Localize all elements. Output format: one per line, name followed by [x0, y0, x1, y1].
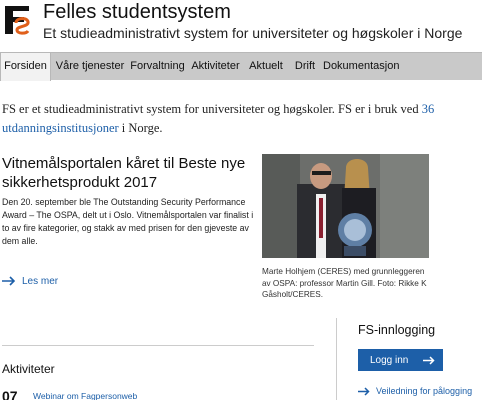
- event-link[interactable]: Webinar om Fagpersonweb: [33, 391, 137, 400]
- read-more-label: Les mer: [22, 275, 59, 287]
- activities-heading: Aktiviteter: [2, 362, 55, 376]
- site-subtitle: Et studieadministrativt system for unive…: [43, 25, 463, 41]
- arrow-right-icon: [423, 355, 435, 365]
- article-body: Den 20. september ble The Outstanding Se…: [2, 197, 254, 246]
- read-more-link[interactable]: Les mer: [2, 273, 58, 289]
- login-button[interactable]: Logg inn: [358, 349, 443, 371]
- article-photo: [262, 154, 429, 258]
- intro-text-start: FS er et studieadministrativt system for…: [2, 102, 422, 116]
- nav-item-aktuelt[interactable]: Aktuelt: [245, 53, 287, 80]
- arrow-right-icon: [2, 276, 16, 286]
- intro-text: FS er et studieadministrativt system for…: [2, 100, 472, 138]
- nav-item-drift[interactable]: Drift: [291, 53, 319, 80]
- nav-item-forvaltning[interactable]: Forvaltning: [129, 53, 186, 80]
- arrow-right-icon: [358, 386, 370, 396]
- main-navigation: Forsiden Våre tjenester Forvaltning Akti…: [0, 52, 482, 81]
- fs-logo-icon[interactable]: [2, 3, 32, 37]
- intro-text-end: i Norge.: [118, 121, 163, 135]
- site-header: Felles studentsystem Et studieadministra…: [0, 0, 482, 50]
- login-guide-link[interactable]: Veiledning for pålogging: [358, 384, 472, 398]
- sidebar-divider: [336, 318, 337, 400]
- article-title[interactable]: Vitnemålsportalen kåret til Beste nye si…: [2, 154, 247, 192]
- login-heading: FS-innlogging: [358, 323, 436, 337]
- nav-item-forsiden[interactable]: Forsiden: [0, 52, 51, 81]
- nav-item-vare-tjenester[interactable]: Våre tjenester: [55, 53, 125, 80]
- event-day: 07: [2, 388, 18, 400]
- login-guide-label: Veiledning for pålogging: [376, 386, 473, 396]
- section-divider: [2, 345, 314, 346]
- nav-item-dokumentasjon[interactable]: Dokumentasjon: [323, 53, 399, 80]
- nav-item-aktiviteter[interactable]: Aktiviteter: [190, 53, 241, 80]
- site-title[interactable]: Felles studentsystem: [43, 1, 231, 24]
- photo-caption: Marte Holhjem (CERES) med grunnleggeren …: [262, 267, 427, 299]
- login-button-label: Logg inn: [370, 354, 409, 366]
